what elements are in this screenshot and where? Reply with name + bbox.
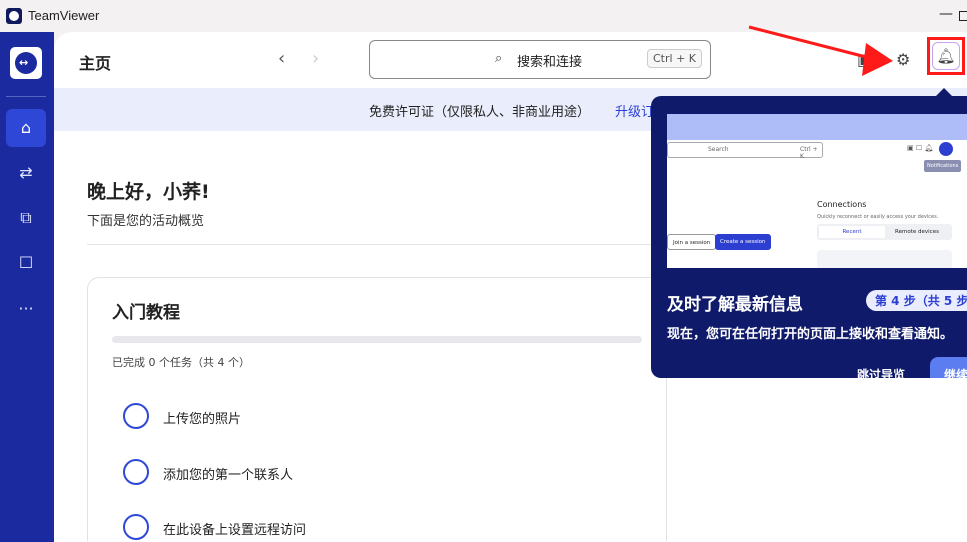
preview-shortcut: Ctrl + K [800,146,818,160]
app-logo-icon: ↔ [10,47,42,79]
preview-empty [817,250,952,268]
preview-avatar [939,142,953,156]
license-text: 免费许可证（仅限私人、非商业用途） [369,105,591,120]
maximize-button[interactable] [959,11,967,21]
preview-connections-title: Connections [817,200,867,209]
preview-create: Create a session [715,234,771,250]
teamviewer-logo-icon [6,8,22,24]
task-label: 上传您的照片 [163,412,242,427]
preview-icons: ▣ ☐ 🔔︎ [907,144,934,152]
greeting-subtitle: 下面是您的活动概览 [87,214,205,229]
progress-text: 已完成 0 个任务（共 4 个） [112,356,250,369]
greeting: 晚上好，小荞! [87,181,210,203]
search-placeholder: 搜索和连接 [517,55,583,70]
gear-icon[interactable]: ⚙ [896,50,910,69]
more-icon: ··· [18,299,34,318]
whiteboard-icon[interactable]: ▣ [857,50,872,69]
task-label: 在此设备上设置远程访问 [163,523,307,538]
sidebar-item-devices[interactable]: ⧉ [6,199,46,237]
preview-tooltip: Notifications [924,160,962,172]
task-checkbox[interactable] [123,403,149,429]
minimize-button[interactable]: — [939,6,953,22]
preview-connections-sub: Quickly reconnect or easily access your … [817,214,939,220]
tutorial-title: 入门教程 [112,303,180,323]
chat-icon: ☐ [18,253,34,272]
preview-tab-recent: Recent [819,226,885,238]
sidebar-item-more[interactable]: ··· [6,290,46,328]
transfer-icon: ⇄ [19,163,33,182]
tutorial-card: 入门教程 已完成 0 个任务（共 4 个） 上传您的照片 添加您的第一个联系人 … [87,277,667,541]
search-input[interactable]: ⌕ 搜索和连接 Ctrl + K [369,40,711,79]
search-icon: ⌕ [495,51,503,66]
upgrade-link[interactable]: 升级订 [615,101,654,120]
page-title: 主页 [79,54,112,73]
onboarding-popup: Search Ctrl + K ▣ ☐ 🔔︎ Connections Quickl… [651,96,967,378]
preview-tabs: Recent Remote devices [817,224,952,240]
window-title: TeamViewer [28,8,100,23]
popup-title: 及时了解最新信息 [667,295,803,315]
tutorial-progress-bar [112,336,642,343]
skip-tour-button[interactable]: 跳过导览 [857,366,905,378]
bell-icon: 🔔︎ [936,47,956,65]
task-checkbox[interactable] [123,514,149,540]
notifications-highlight: 🔔︎ [927,37,965,75]
preview-tab-remote: Remote devices [895,229,939,235]
forward-button[interactable]: › [312,48,319,69]
continue-button[interactable]: 继续 [930,357,967,378]
preview-join: Join a session [667,234,717,250]
sidebar-divider [6,96,46,97]
sidebar: ↔ ⌂ ⇄ ⧉ ☐ ··· [0,32,54,542]
task-checkbox[interactable] [123,459,149,485]
notifications-button[interactable]: 🔔︎ [932,42,960,70]
search-shortcut: Ctrl + K [647,49,702,68]
popup-body: 现在，您可在任何打开的页面上接收和查看通知。 [667,327,954,342]
sidebar-item-home[interactable]: ⌂ [6,109,46,147]
step-badge: 第 4 步（共 5 步） [866,290,967,311]
sidebar-item-chat[interactable]: ☐ [6,244,46,282]
title-bar: TeamViewer — [0,0,967,32]
task-label: 添加您的第一个联系人 [163,468,294,483]
sidebar-item-connect[interactable]: ⇄ [6,154,46,192]
home-icon: ⌂ [20,118,32,137]
divider [87,244,667,245]
back-button[interactable]: ‹ [278,48,285,69]
preview-search: Search Ctrl + K [667,142,823,160]
preview-image: Search Ctrl + K ▣ ☐ 🔔︎ Connections Quickl… [667,114,967,268]
devices-icon: ⧉ [20,208,32,227]
preview-search-text: Search [708,146,729,153]
